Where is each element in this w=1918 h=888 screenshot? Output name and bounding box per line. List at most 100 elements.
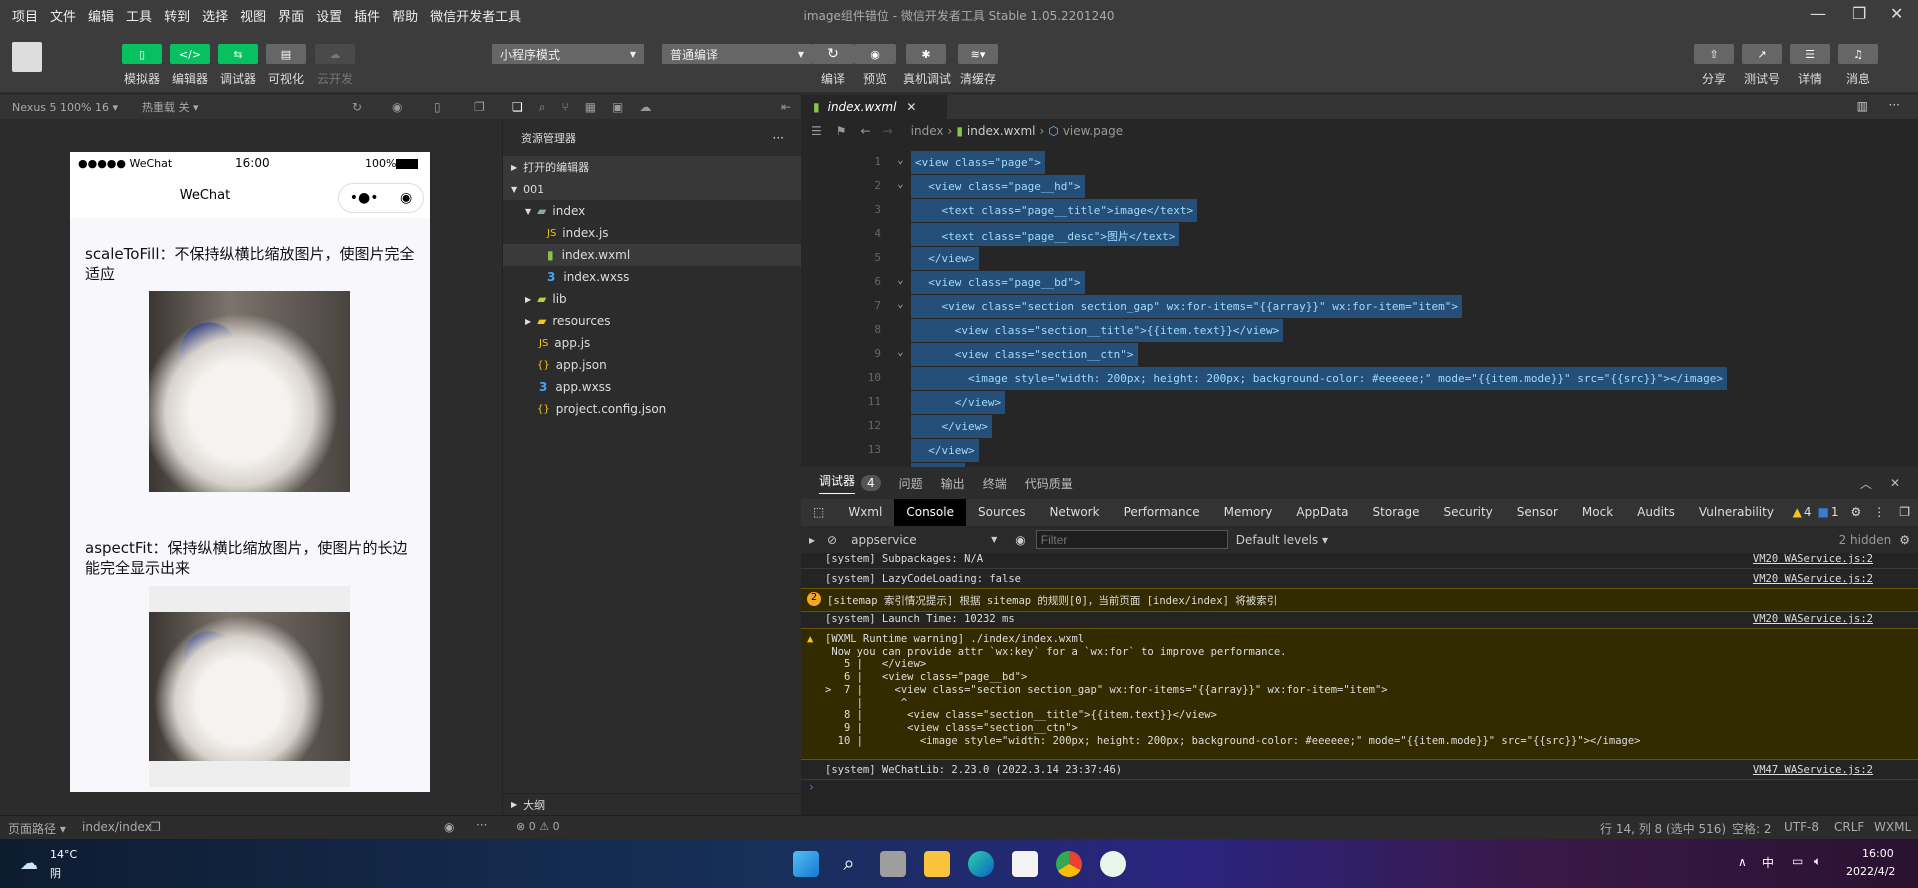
avatar[interactable] (12, 42, 42, 72)
tree-file[interactable]: 3 index.wxss (503, 266, 802, 288)
code-line[interactable]: 12 </view> (801, 414, 1918, 438)
tab-appdata[interactable]: AppData (1284, 499, 1360, 526)
store-icon[interactable] (1012, 851, 1038, 877)
forward-icon[interactable]: → (883, 124, 893, 138)
volume-icon[interactable]: 🔈︎ (1814, 854, 1821, 869)
chevron-up-icon[interactable]: ︿ (1860, 475, 1872, 492)
breadcrumb-item[interactable]: view.page (1063, 124, 1123, 138)
wechat-devtools-icon[interactable] (1100, 851, 1126, 877)
log-source-link[interactable]: VM20 WAService.js:2 (1753, 553, 1873, 565)
split-editor-icon[interactable]: ▥ (1857, 99, 1868, 113)
extensions-icon[interactable]: ▦ (585, 100, 596, 114)
tab-wxml[interactable]: Wxml (836, 499, 894, 526)
tab-debugger[interactable]: 调试器 (819, 472, 856, 494)
close-button[interactable]: ✕ (1890, 4, 1903, 23)
eye-icon[interactable]: ◉ (444, 820, 454, 834)
chrome-icon[interactable] (1056, 851, 1082, 877)
clock-time[interactable]: 16:00 (1862, 847, 1894, 860)
code-line[interactable]: 7 ⌄ <view class="section section_gap" wx:… (801, 294, 1918, 318)
layers-icon[interactable]: ≋▾ (958, 44, 998, 64)
code-line[interactable]: 11 </view> (801, 390, 1918, 414)
kebab-icon[interactable]: ⋮ (1867, 499, 1891, 526)
tab-sensor[interactable]: Sensor (1505, 499, 1570, 526)
collapse-panel-icon[interactable]: ⇤ (781, 100, 791, 114)
refresh-icon[interactable]: ↻ (812, 44, 854, 64)
search-icon[interactable]: ⌕ (836, 851, 862, 877)
tab-vulnerability[interactable]: Vulnerability (1687, 499, 1786, 526)
tree-folder-index[interactable]: ▼ ▰ index (503, 200, 802, 222)
code-line[interactable]: 8 <view class="section__title">{{item.te… (801, 318, 1918, 342)
search-icon[interactable]: ⌕ (539, 100, 546, 115)
tree-file[interactable]: {} project.config.json (503, 398, 802, 420)
more-icon[interactable]: ··· (1889, 98, 1900, 112)
more-icon[interactable]: ··· (476, 818, 487, 832)
tree-file[interactable]: {} app.json (503, 354, 802, 376)
project-section[interactable]: ▼ 001 (503, 178, 802, 200)
context-select[interactable]: appservice (851, 533, 991, 547)
encoding[interactable]: UTF-8 (1784, 820, 1819, 834)
weather-icon[interactable]: ☁ (20, 853, 38, 874)
close-tab-icon[interactable]: ✕ (906, 100, 916, 114)
back-icon[interactable]: ← (861, 124, 871, 138)
minimize-button[interactable]: — (1810, 4, 1826, 23)
clock-date[interactable]: 2022/4/2 (1846, 865, 1895, 878)
tab-terminal[interactable]: 终端 (983, 475, 1007, 492)
editor-button[interactable]: </> (170, 44, 210, 64)
fold-chevron-icon[interactable]: ⌄ (897, 273, 904, 286)
console-prompt[interactable]: › (809, 780, 814, 794)
code-line[interactable]: 9 ⌄ <view class="section__ctn"> (801, 342, 1918, 366)
log-source-link[interactable]: VM47 WAService.js:2 (1753, 764, 1873, 776)
compile-mode-select[interactable]: 普通编译 ▼ (662, 44, 812, 64)
log-source-link[interactable]: VM20 WAService.js:2 (1753, 573, 1873, 585)
network-icon[interactable]: ▭ (1792, 854, 1803, 868)
save-icon[interactable]: ▣ (612, 100, 623, 114)
edge-icon[interactable] (968, 851, 994, 877)
tab-security[interactable]: Security (1431, 499, 1504, 526)
log-source-link[interactable]: VM20 WAService.js:2 (1753, 613, 1873, 625)
more-icon[interactable]: ··· (773, 131, 784, 145)
problems-count[interactable]: ⊗ 0 ⚠ 0 (516, 820, 560, 833)
git-icon[interactable]: ⑂ (562, 100, 569, 114)
tree-file[interactable]: 3 app.wxss (503, 376, 802, 398)
fold-chevron-icon[interactable]: ⌄ (897, 297, 904, 310)
mode-select[interactable]: 小程序模式 ▼ (492, 44, 644, 64)
page-path-select[interactable]: 页面路径 ▾ (8, 820, 66, 837)
tab-problems[interactable]: 问题 (899, 475, 923, 492)
tab-sources[interactable]: Sources (966, 499, 1037, 526)
cursor-position[interactable]: 行 14, 列 8 (选中 516) (1600, 820, 1726, 837)
line-ending[interactable]: CRLF (1834, 820, 1864, 834)
breadcrumb-item[interactable]: index (911, 124, 944, 138)
copy-icon[interactable]: ❐ (150, 820, 161, 834)
language-mode[interactable]: WXML (1874, 820, 1911, 834)
dock-icon[interactable]: ❐ (1891, 499, 1918, 526)
docker-icon[interactable]: ☁ (639, 100, 651, 114)
code-line[interactable]: 10 <image style="width: 200px; height: 2… (801, 366, 1918, 390)
code-line[interactable]: 2 ⌄ <view class="page__hd"> (801, 174, 1918, 198)
code-line[interactable]: 1 ⌄ <view class="page"> (801, 150, 1918, 174)
files-icon[interactable]: ❏ (512, 100, 523, 114)
ime-indicator[interactable]: 中 (1762, 854, 1774, 871)
close-mini-icon[interactable]: ◉ (400, 190, 412, 206)
info-count[interactable]: 1 (1831, 499, 1845, 526)
hot-reload-toggle[interactable]: 热重载 关 ▾ (142, 99, 199, 115)
code-line[interactable]: 4 <text class="page__desc">图片</text> (801, 222, 1918, 246)
tree-file-selected[interactable]: ▮ index.wxml (503, 244, 802, 266)
tab-storage[interactable]: Storage (1361, 499, 1432, 526)
bookmark-icon[interactable]: ⚑ (836, 124, 847, 138)
phone-icon[interactable]: ▯ (434, 100, 441, 114)
editor-tab[interactable]: ▮ index.wxml ✕ (801, 95, 947, 119)
tab-audits[interactable]: Audits (1625, 499, 1687, 526)
code-line[interactable]: 13 </view> (801, 438, 1918, 462)
gear-icon[interactable]: ⚙ (1844, 499, 1867, 526)
levels-select[interactable]: Default levels ▾ (1236, 533, 1328, 547)
fold-chevron-icon[interactable]: ⌄ (897, 153, 904, 166)
code-line[interactable]: 6 ⌄ <view class="page__bd"> (801, 270, 1918, 294)
fold-chevron-icon[interactable]: ⌄ (897, 345, 904, 358)
device-select[interactable]: Nexus 5 100% 16 ▾ (12, 101, 118, 114)
eye-icon[interactable]: ◉ (854, 44, 896, 64)
indent-setting[interactable]: 空格: 2 (1732, 820, 1772, 837)
task-view-icon[interactable] (880, 851, 906, 877)
tab-output[interactable]: 输出 (941, 475, 965, 492)
more-icon[interactable]: •●• (350, 190, 379, 206)
debugger-button[interactable]: ⇆ (218, 44, 258, 64)
